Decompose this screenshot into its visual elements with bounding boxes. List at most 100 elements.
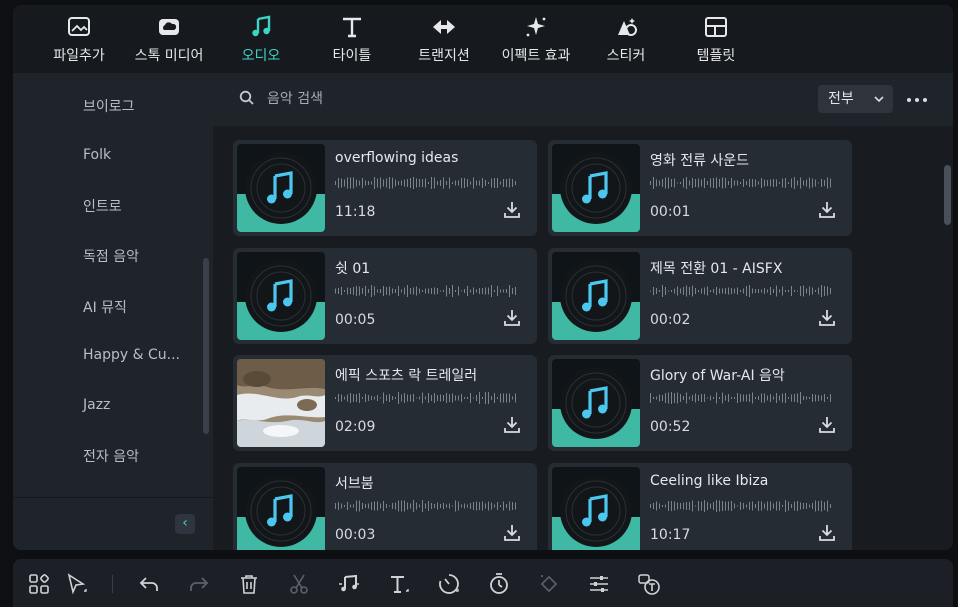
waveform-bar — [470, 289, 471, 293]
track-card[interactable]: 서브붐 00:03 — [233, 463, 537, 550]
audio-edit-icon[interactable] — [337, 572, 361, 596]
waveform-bar — [809, 397, 810, 399]
waveform-bar — [740, 502, 741, 510]
waveform-bar — [686, 177, 687, 189]
waveform-bar — [365, 180, 366, 186]
waveform-bar — [383, 501, 384, 511]
speed-icon[interactable] — [437, 572, 461, 596]
redo-icon[interactable] — [187, 572, 211, 596]
track-card[interactable]: 에픽 스포츠 락 트레일러 02:09 — [233, 355, 537, 451]
waveform-bar — [812, 178, 813, 188]
sidebar-item-intro[interactable]: 인트로 — [83, 196, 122, 216]
nav-import-files[interactable]: 파일추가 — [46, 15, 112, 69]
text-tool-icon[interactable] — [387, 572, 411, 596]
waveform — [335, 177, 516, 189]
waveform-bar — [668, 501, 669, 511]
download-icon[interactable] — [818, 200, 836, 220]
waveform-bar — [458, 501, 459, 511]
more-options-button[interactable] — [907, 91, 929, 107]
track-card[interactable]: overflowing ideas 11:18 — [233, 140, 537, 236]
waveform-bar — [809, 504, 810, 508]
track-card[interactable]: 제목 전환 01 - AISFX 00:02 — [548, 248, 852, 344]
nav-stock-media[interactable]: 스톡 미디어 — [126, 15, 212, 69]
waveform-bar — [674, 501, 675, 511]
keyframe-icon[interactable] — [537, 572, 561, 596]
media-panel: 파일추가 스톡 미디어 오디오 타이틀 트랜지션 이펙트 효과 스티커 템플릿 … — [13, 5, 953, 550]
waveform-bar — [401, 500, 402, 512]
waveform-bar — [767, 501, 768, 511]
waveform-bar — [827, 500, 828, 512]
waveform-bar — [452, 285, 453, 297]
waveform-bar — [377, 178, 378, 188]
waveform-bar — [431, 288, 432, 294]
filter-dropdown[interactable]: 전부 — [818, 85, 893, 113]
sidebar-item-jazz[interactable]: Jazz — [83, 397, 110, 413]
sidebar-item-vlog[interactable]: 브이로그 — [83, 96, 135, 116]
nav-effects[interactable]: 이펙트 효과 — [493, 15, 579, 69]
waveform-bar — [800, 392, 801, 404]
download-icon[interactable] — [818, 308, 836, 328]
delete-icon[interactable] — [237, 572, 261, 596]
waveform-bar — [509, 501, 510, 511]
download-icon[interactable] — [818, 523, 836, 543]
cut-icon[interactable] — [287, 572, 311, 596]
waveform-bar — [815, 290, 816, 292]
waveform-bar — [827, 286, 828, 296]
waveform-bar — [359, 180, 360, 186]
waveform-bar — [776, 393, 777, 403]
download-icon[interactable] — [503, 523, 521, 543]
chevron-down-icon — [874, 96, 884, 103]
nav-audio[interactable]: 오디오 — [233, 15, 289, 69]
track-card[interactable]: 쉿 01 00:05 — [233, 248, 537, 344]
sidebar-item-ai-music[interactable]: AI 뮤직 — [83, 297, 127, 317]
sidebar-item-exclusive[interactable]: 독점 음악 — [83, 246, 139, 266]
track-card[interactable]: Ceeling like Ibiza 10:17 — [548, 463, 852, 550]
nav-templates[interactable]: 템플릿 — [691, 15, 741, 69]
track-card[interactable]: Glory of War-AI 음악 00:52 — [548, 355, 852, 451]
download-icon[interactable] — [503, 415, 521, 435]
waveform-bar — [695, 179, 696, 187]
waveform-bar — [800, 502, 801, 510]
nav-transitions[interactable]: 트랜지션 — [411, 15, 477, 69]
waveform-bar — [353, 504, 354, 508]
waveform-bar — [392, 396, 393, 400]
sidebar-item-happy-cute[interactable]: Happy & Cu... — [83, 347, 180, 363]
waveform-bar — [800, 286, 801, 296]
timer-icon[interactable] — [487, 572, 511, 596]
select-pointer-icon[interactable] — [65, 572, 89, 596]
waveform — [650, 177, 831, 189]
waveform-bar — [500, 181, 501, 185]
waveform-bar — [503, 393, 504, 403]
speech-to-text-icon[interactable] — [637, 572, 661, 596]
waveform-bar — [452, 505, 453, 507]
layout-grid-icon[interactable] — [27, 572, 51, 596]
search-input[interactable] — [267, 87, 767, 111]
content-scrollbar[interactable] — [944, 165, 951, 225]
track-grid: overflowing ideas 11:18 영화 전류 사운드 00:01 쉿 01… — [213, 126, 953, 550]
waveform-bar — [464, 503, 465, 509]
template-grid-icon — [691, 15, 741, 41]
undo-icon[interactable] — [137, 572, 161, 596]
waveform-bar — [443, 503, 444, 509]
collapse-sidebar-button[interactable]: ‹ — [175, 514, 195, 534]
download-icon[interactable] — [818, 415, 836, 435]
waveform-bar — [824, 180, 825, 186]
nav-stickers[interactable]: 스티커 — [601, 15, 651, 69]
waveform-bar — [692, 500, 693, 512]
download-icon[interactable] — [503, 308, 521, 328]
waveform-bar — [830, 504, 831, 508]
nav-label: 타이틀 — [332, 48, 372, 64]
waveform-bar — [824, 394, 825, 402]
nav-titles[interactable]: 타이틀 — [323, 15, 381, 69]
music-disc-thumbnail — [552, 144, 640, 232]
waveform-bar — [446, 285, 447, 297]
adjust-sliders-icon[interactable] — [587, 572, 611, 596]
sidebar-scrollbar[interactable] — [203, 258, 209, 434]
track-card[interactable]: 영화 전류 사운드 00:01 — [548, 140, 852, 236]
waveform-bar — [344, 179, 345, 187]
download-icon[interactable] — [503, 200, 521, 220]
waveform-bar — [767, 180, 768, 186]
toolbar-divider — [112, 575, 113, 593]
sidebar-item-folk[interactable]: Folk — [83, 147, 111, 163]
sidebar-item-electronic[interactable]: 전자 음악 — [83, 446, 139, 466]
